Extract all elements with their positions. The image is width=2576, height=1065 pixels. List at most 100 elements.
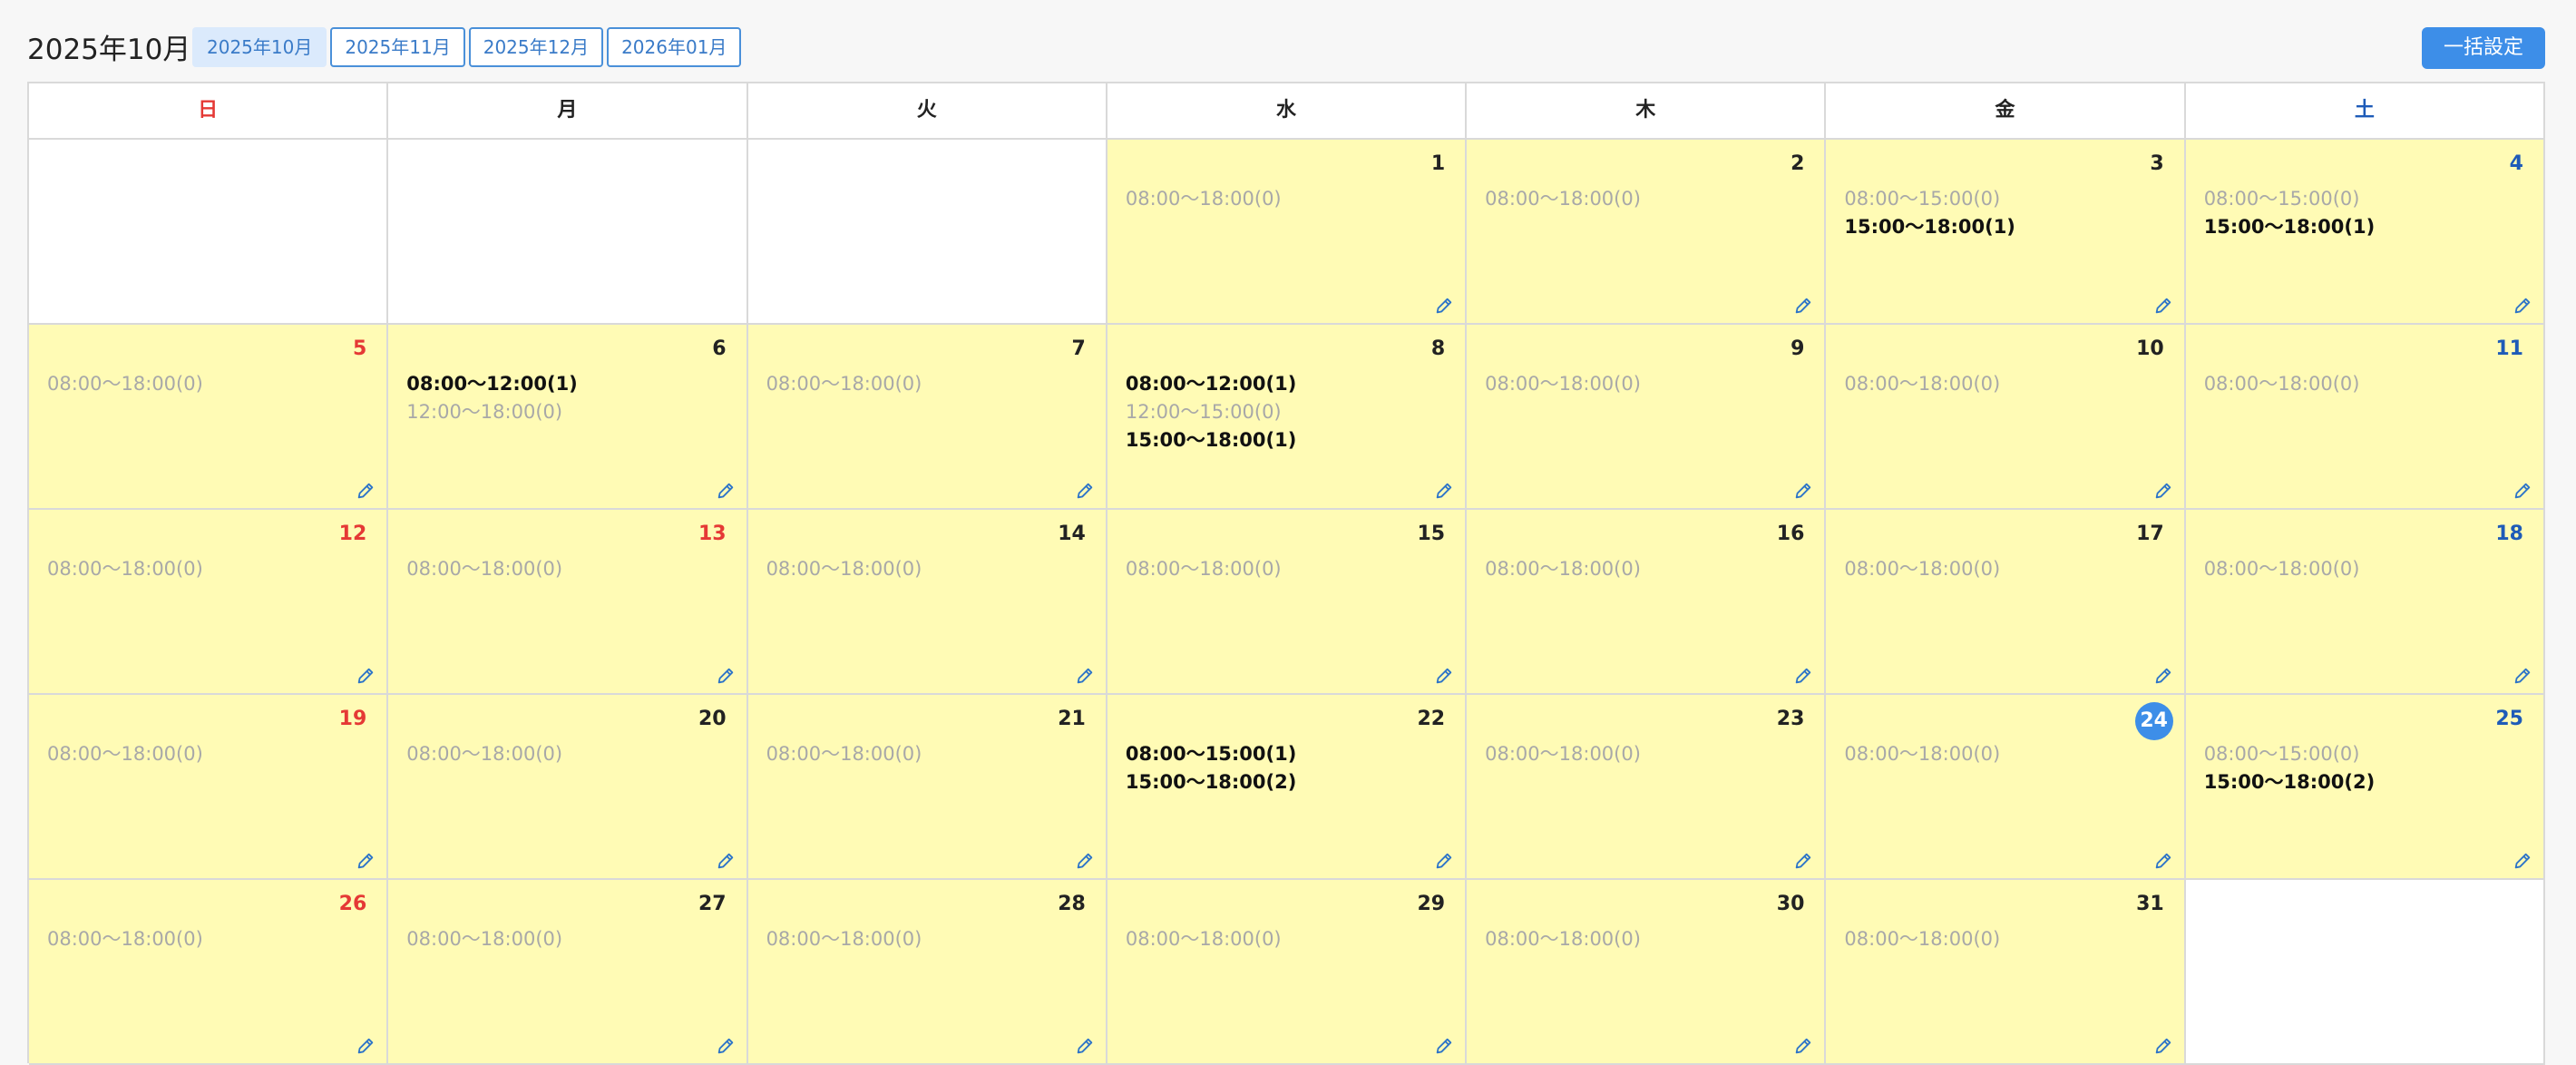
pencil-icon[interactable] [2153,296,2173,316]
pencil-icon[interactable] [1075,1036,1095,1056]
pencil-icon[interactable] [2153,1036,2173,1056]
time-slot-list: 08:00〜18:00(0) [1485,740,1641,768]
time-slot-list: 08:00〜18:00(0) [1844,740,2000,768]
pencil-icon[interactable] [356,481,376,501]
pencil-icon[interactable] [2513,481,2532,501]
pencil-icon[interactable] [356,851,376,871]
pencil-icon[interactable] [356,666,376,686]
pencil-icon[interactable] [2153,481,2173,501]
time-slot: 08:00〜18:00(0) [1485,188,1641,210]
day-cell[interactable]: 24 08:00〜18:00(0) [1826,695,2186,880]
time-slot: 08:00〜18:00(0) [406,558,563,580]
day-cell[interactable]: 23 08:00〜18:00(0) [1467,695,1827,880]
day-cell[interactable]: 8 08:00〜12:00(1) 12:00〜15:00(0) 15:00〜18:00… [1107,325,1468,510]
pencil-icon[interactable] [716,481,736,501]
pencil-icon[interactable] [1434,1036,1454,1056]
tab-month-4[interactable]: 2026年01月 [607,27,742,67]
day-cell[interactable]: 14 08:00〜18:00(0) [747,510,1107,695]
time-slot-list: 08:00〜18:00(0) [47,555,203,583]
day-cell[interactable]: 26 08:00〜18:00(0) [29,880,389,1065]
time-slot-booked: 15:00〜18:00(2) [1125,771,1297,793]
pencil-icon[interactable] [356,1036,376,1056]
day-cell[interactable]: 19 08:00〜18:00(0) [29,695,389,880]
tab-month-2[interactable]: 2025年11月 [330,27,465,67]
pencil-icon[interactable] [1793,666,1813,686]
pencil-icon[interactable] [1434,481,1454,501]
time-slot-list: 08:00〜18:00(0) [406,925,562,953]
day-cell[interactable]: 10 08:00〜18:00(0) [1826,325,2186,510]
time-slot-list: 08:00〜18:00(0) [2204,370,2360,398]
day-cell[interactable]: 6 08:00〜12:00(1) 12:00〜18:00(0) [388,325,748,510]
week-row: 1 08:00〜18:00(0) 2 08:00〜18:00(0) 3 08:00〜15:… [29,140,2545,325]
day-cell[interactable]: 22 08:00〜15:00(1) 15:00〜18:00(2) [1107,695,1468,880]
day-number: 23 [1776,708,1805,730]
day-cell[interactable]: 18 08:00〜18:00(0) [2185,510,2545,695]
time-slot: 08:00〜18:00(0) [47,743,203,765]
pencil-icon[interactable] [1434,851,1454,871]
tab-month-1[interactable]: 2025年10月 [192,27,327,67]
day-cell[interactable]: 25 08:00〜15:00(0) 15:00〜18:00(2) [2185,695,2545,880]
day-cell[interactable]: 3 08:00〜15:00(0) 15:00〜18:00(1) [1826,140,2186,325]
weekday-thu: 木 [1467,83,1827,140]
pencil-icon[interactable] [716,851,736,871]
pencil-icon[interactable] [2513,296,2532,316]
pencil-icon[interactable] [1434,666,1454,686]
day-number: 14 [1058,523,1086,545]
time-slot: 08:00〜18:00(0) [1844,373,2001,395]
pencil-icon[interactable] [1793,1036,1813,1056]
pencil-icon[interactable] [1434,296,1454,316]
time-slot-list: 08:00〜18:00(0) [1126,555,1282,583]
tab-month-3[interactable]: 2025年12月 [468,27,604,67]
day-number: 5 [352,337,367,360]
day-cell[interactable]: 27 08:00〜18:00(0) [388,880,748,1065]
pencil-icon[interactable] [2513,851,2532,871]
pencil-icon[interactable] [1793,851,1813,871]
pencil-icon[interactable] [1793,481,1813,501]
day-cell[interactable]: 21 08:00〜18:00(0) [747,695,1107,880]
day-number: 30 [1776,893,1805,915]
time-slot-list: 08:00〜12:00(1) 12:00〜18:00(0) [406,370,578,426]
week-row: 19 08:00〜18:00(0) 20 08:00〜18:00(0) 21 08:00〜… [29,695,2545,880]
day-cell[interactable]: 17 08:00〜18:00(0) [1826,510,2186,695]
day-number: 18 [2495,523,2523,545]
day-cell[interactable]: 2 08:00〜18:00(0) [1467,140,1827,325]
week-row: 12 08:00〜18:00(0) 13 08:00〜18:00(0) 14 08:00〜… [29,510,2545,695]
day-cell[interactable]: 7 08:00〜18:00(0) [747,325,1107,510]
day-number: 25 [2495,708,2523,730]
day-cell[interactable]: 13 08:00〜18:00(0) [388,510,748,695]
pencil-icon[interactable] [2153,666,2173,686]
pencil-icon[interactable] [716,666,736,686]
day-cell[interactable]: 16 08:00〜18:00(0) [1467,510,1827,695]
weekday-fri: 金 [1826,83,2186,140]
pencil-icon[interactable] [716,1036,736,1056]
time-slot-list: 08:00〜18:00(0) [1126,185,1282,213]
time-slot: 08:00〜18:00(0) [1125,928,1282,950]
pencil-icon[interactable] [2153,851,2173,871]
month-tabs: 2025年10月 2025年11月 2025年12月 2026年01月 [192,27,742,67]
pencil-icon[interactable] [1075,851,1095,871]
day-cell[interactable]: 5 08:00〜18:00(0) [29,325,389,510]
day-cell[interactable]: 20 08:00〜18:00(0) [388,695,748,880]
day-cell[interactable]: 9 08:00〜18:00(0) [1467,325,1827,510]
day-cell[interactable]: 29 08:00〜18:00(0) [1107,880,1468,1065]
pencil-icon[interactable] [1075,481,1095,501]
day-cell[interactable]: 11 08:00〜18:00(0) [2185,325,2545,510]
day-cell[interactable]: 30 08:00〜18:00(0) [1467,880,1827,1065]
day-cell[interactable]: 28 08:00〜18:00(0) [747,880,1107,1065]
pencil-icon[interactable] [2513,666,2532,686]
time-slot-booked: 15:00〜18:00(2) [2203,771,2376,793]
time-slot: 08:00〜18:00(0) [1844,743,2001,765]
pencil-icon[interactable] [1075,666,1095,686]
time-slot: 08:00〜18:00(0) [1844,928,2001,950]
day-number: 16 [1776,523,1805,545]
bulk-settings-button[interactable]: 一括設定 [2421,27,2545,69]
day-cell[interactable]: 15 08:00〜18:00(0) [1107,510,1468,695]
day-number: 3 [2150,152,2164,175]
day-cell[interactable]: 1 08:00〜18:00(0) [1107,140,1468,325]
time-slot-list: 08:00〜18:00(0) [1844,370,2000,398]
day-cell[interactable]: 12 08:00〜18:00(0) [29,510,389,695]
day-cell[interactable]: 4 08:00〜15:00(0) 15:00〜18:00(1) [2185,140,2545,325]
pencil-icon[interactable] [1793,296,1813,316]
day-cell[interactable]: 31 08:00〜18:00(0) [1826,880,2186,1065]
day-number: 10 [2136,337,2164,360]
